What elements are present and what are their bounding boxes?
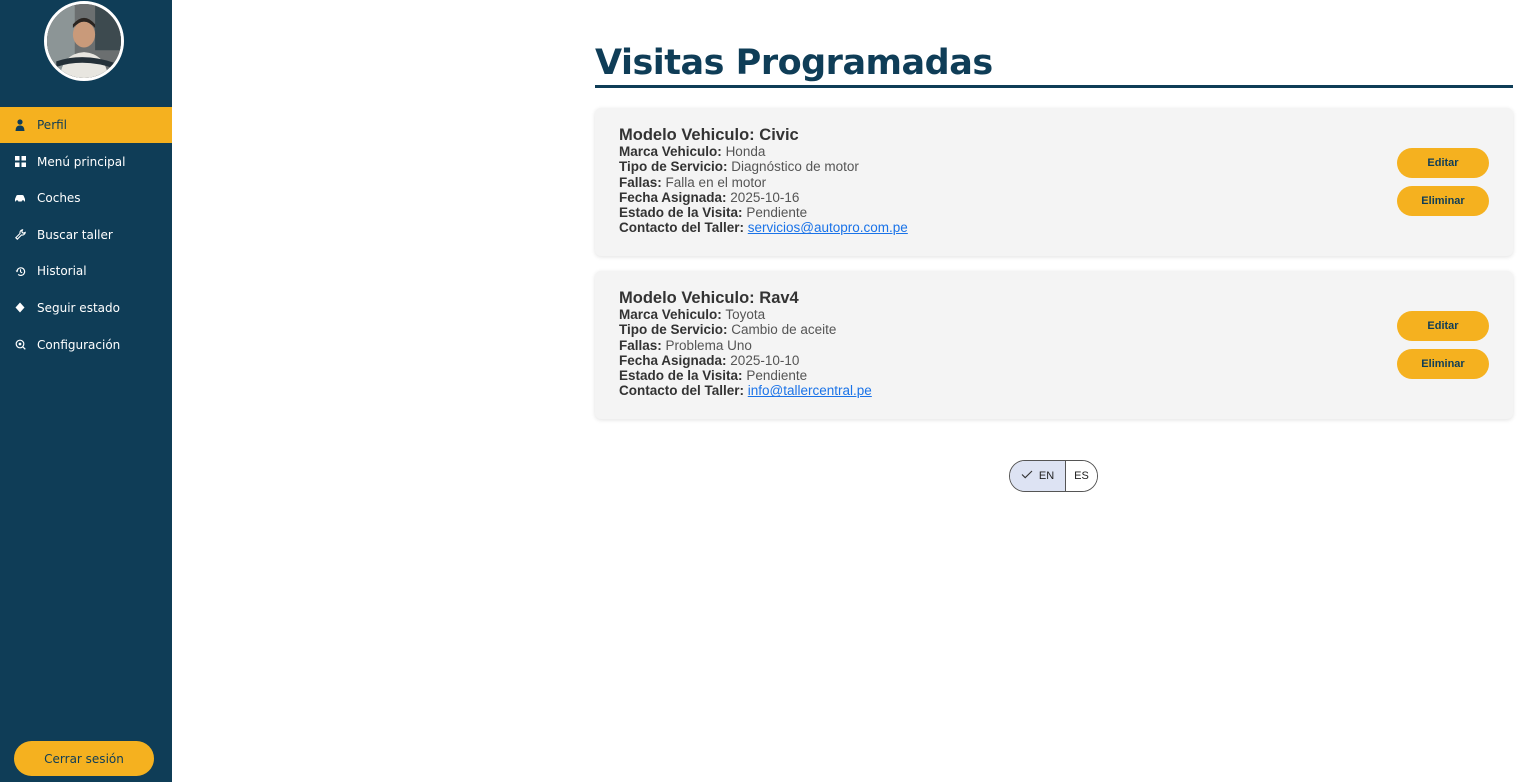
wrench-icon (14, 229, 26, 241)
diamond-icon (14, 302, 26, 314)
visit-brand: Marca Vehiculo: Honda (619, 144, 766, 159)
visit-service-type: Tipo de Servicio: Diagnóstico de motor (619, 159, 859, 175)
car-icon (14, 192, 26, 204)
sidebar-item-buscar-taller[interactable]: Buscar taller (0, 217, 172, 253)
sidebar-item-historial[interactable]: Historial (0, 253, 172, 289)
contact-email-link[interactable]: servicios@autopro.com.pe (748, 220, 908, 235)
edit-button[interactable]: Editar (1397, 311, 1489, 341)
sidebar-item-label: Buscar taller (37, 227, 113, 242)
page-title: Visitas Programadas (595, 42, 1513, 88)
profile-photo (47, 4, 121, 78)
sidebar-item-perfil[interactable]: Perfil (0, 107, 172, 143)
visit-details: Modelo Vehiculo: Civic Marca Vehiculo: H… (619, 126, 908, 236)
visit-card: Modelo Vehiculo: Civic Marca Vehiculo: H… (595, 108, 1513, 256)
settings-icon (14, 339, 26, 351)
sidebar: Perfil Menú principal Coches Buscar tall… (0, 0, 172, 782)
visit-faults: Fallas: Falla en el motor (619, 174, 767, 190)
edit-button[interactable]: Editar (1397, 148, 1489, 178)
sidebar-item-menu-principal[interactable]: Menú principal (0, 144, 172, 180)
delete-button[interactable]: Eliminar (1397, 349, 1489, 379)
sidebar-item-label: Seguir estado (37, 300, 120, 315)
visit-card: Modelo Vehiculo: Rav4 Marca Vehiculo: To… (595, 271, 1513, 419)
visit-date: Fecha Asignada: 2025-10-16 (619, 189, 800, 205)
language-toggle: EN ES (1009, 460, 1098, 492)
language-option-en[interactable]: EN (1010, 461, 1066, 491)
language-label: EN (1038, 470, 1055, 482)
history-icon (14, 265, 26, 277)
visit-faults: Fallas: Problema Uno (619, 337, 752, 353)
language-option-es[interactable]: ES (1066, 461, 1097, 491)
check-icon (1021, 470, 1033, 482)
sidebar-item-label: Historial (37, 264, 87, 279)
visit-status: Estado de la Visita: Pendiente (619, 205, 808, 221)
visit-details: Modelo Vehiculo: Rav4 Marca Vehiculo: To… (619, 289, 872, 399)
sidebar-nav: Perfil Menú principal Coches Buscar tall… (0, 107, 172, 363)
avatar[interactable] (44, 1, 124, 81)
contact-email-link[interactable]: info@tallercentral.pe (748, 383, 872, 398)
sidebar-item-configuracion[interactable]: Configuración (0, 327, 172, 363)
visit-service-type: Tipo de Servicio: Cambio de aceite (619, 322, 837, 338)
visit-model-heading: Modelo Vehiculo: Civic (619, 126, 799, 144)
sidebar-item-label: Perfil (37, 118, 68, 132)
sidebar-item-label: Coches (37, 191, 81, 206)
visit-brand: Marca Vehiculo: Toyota (619, 307, 766, 322)
language-label: ES (1074, 470, 1089, 482)
sidebar-item-coches[interactable]: Coches (0, 180, 172, 216)
visit-status: Estado de la Visita: Pendiente (619, 368, 808, 384)
sidebar-item-label: Menú principal (37, 154, 126, 169)
user-icon (14, 119, 26, 131)
visit-contact: Contacto del Taller: servicios@autopro.c… (619, 220, 908, 236)
visit-contact: Contacto del Taller: info@tallercentral.… (619, 383, 872, 399)
grid-icon (14, 156, 26, 168)
visit-date: Fecha Asignada: 2025-10-10 (619, 352, 800, 368)
delete-button[interactable]: Eliminar (1397, 186, 1489, 216)
visit-model-heading: Modelo Vehiculo: Rav4 (619, 289, 799, 307)
logout-button[interactable]: Cerrar sesión (14, 741, 154, 776)
sidebar-item-label: Configuración (37, 337, 121, 352)
sidebar-item-seguir-estado[interactable]: Seguir estado (0, 290, 172, 326)
